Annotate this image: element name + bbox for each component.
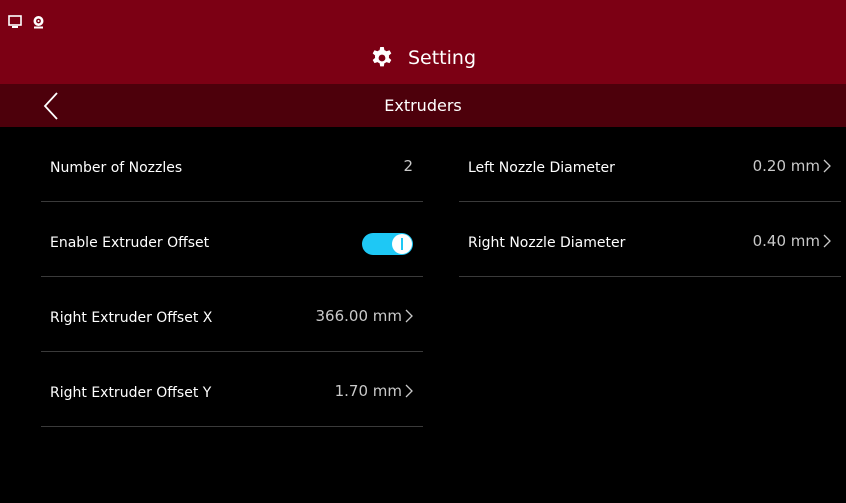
monitor-icon xyxy=(8,15,22,28)
chevron-right-icon xyxy=(405,384,413,398)
chevron-left-icon xyxy=(43,92,58,120)
row-label: Right Extruder Offset Y xyxy=(50,385,212,401)
row-right-extruder-offset-x[interactable]: Right Extruder Offset X 366.00 mm xyxy=(41,277,423,352)
page-title: Setting xyxy=(407,47,477,69)
row-left-nozzle-diameter[interactable]: Left Nozzle Diameter 0.20 mm xyxy=(459,127,841,202)
extruder-offset-toggle[interactable] xyxy=(362,233,413,255)
row-label: Enable Extruder Offset xyxy=(50,235,210,251)
webcam-icon xyxy=(33,16,44,29)
left-nozzle-diameter-value: 0.20 mm xyxy=(752,157,820,175)
page-title-group: Setting xyxy=(0,40,846,76)
row-value: 366.00 mm xyxy=(316,277,413,351)
row-right-nozzle-diameter[interactable]: Right Nozzle Diameter 0.40 mm xyxy=(459,202,841,277)
chevron-right-icon xyxy=(823,234,831,248)
gear-icon xyxy=(372,47,392,67)
row-enable-extruder-offset: Enable Extruder Offset xyxy=(41,202,423,277)
status-bar xyxy=(8,13,45,31)
sub-header-bar: Extruders xyxy=(0,84,846,127)
row-number-of-nozzles[interactable]: Number of Nozzles 2 xyxy=(41,127,423,202)
right-settings-column: Left Nozzle Diameter 0.20 mm Right Nozzl… xyxy=(459,127,841,277)
row-value: 1.70 mm xyxy=(335,352,413,426)
settings-screen: Setting Extruders Number of Nozzles 2 En… xyxy=(0,0,846,503)
row-label: Right Extruder Offset X xyxy=(50,310,213,326)
right-nozzle-diameter-value: 0.40 mm xyxy=(752,232,820,250)
offset-x-value: 366.00 mm xyxy=(315,307,402,325)
row-value: 0.20 mm xyxy=(753,127,831,201)
chevron-right-icon xyxy=(823,159,831,173)
toggle-knob xyxy=(392,234,412,254)
row-label: Number of Nozzles xyxy=(50,160,183,176)
nozzle-count-value: 2 xyxy=(403,157,413,175)
row-right-extruder-offset-y[interactable]: Right Extruder Offset Y 1.70 mm xyxy=(41,352,423,427)
row-value: 2 xyxy=(403,127,413,201)
left-settings-column: Number of Nozzles 2 Enable Extruder Offs… xyxy=(41,127,423,427)
row-label: Right Nozzle Diameter xyxy=(468,235,626,251)
back-button[interactable] xyxy=(34,88,68,124)
chevron-right-icon xyxy=(405,309,413,323)
offset-y-value: 1.70 mm xyxy=(334,382,402,400)
header-bar: Setting xyxy=(0,0,846,84)
row-label: Left Nozzle Diameter xyxy=(468,160,615,176)
section-title: Extruders xyxy=(384,96,462,115)
row-value: 0.40 mm xyxy=(753,202,831,276)
